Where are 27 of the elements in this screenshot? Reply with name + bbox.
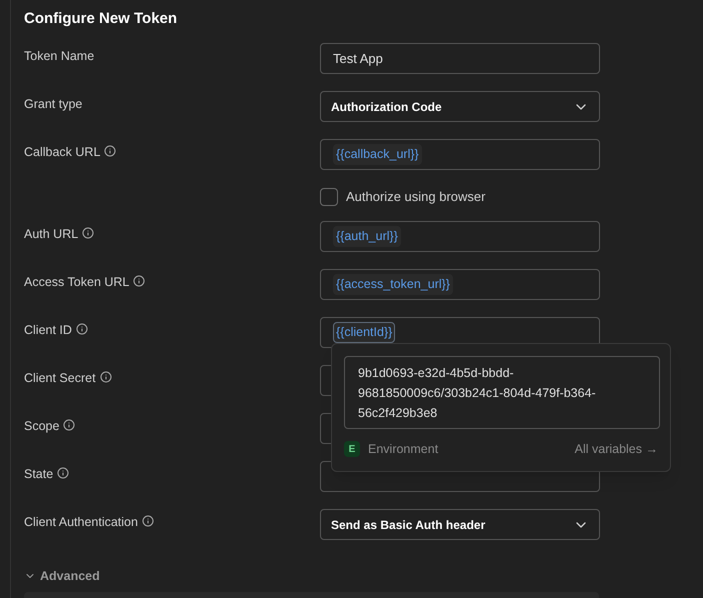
input-field[interactable]: Test App: [320, 43, 600, 74]
field-label: Auth URL: [24, 226, 78, 243]
variable-tag: {{clientId}}: [333, 322, 396, 343]
variable-value-field[interactable]: 9b1d0693-e32d-4b5d-bbdd-9681850009c6/303b24c1-804d-479f-b364-56c2f429b3e8: [344, 356, 660, 429]
scope-label: Environment: [368, 441, 438, 458]
input-field[interactable]: {{access_token_url}}: [320, 269, 600, 300]
all-variables-link[interactable]: All variables →: [574, 440, 658, 459]
panel-title: Configure New Token: [24, 9, 178, 29]
field-label: Callback URL: [24, 144, 100, 161]
select-field[interactable]: Send as Basic Auth header: [320, 509, 600, 540]
field-label: Client Authentication: [24, 514, 138, 531]
variable-tag: {{auth_url}}: [333, 226, 401, 247]
field-label: Client Secret: [24, 370, 96, 387]
advanced-toggle[interactable]: Advanced: [24, 567, 100, 586]
input-field[interactable]: {{auth_url}}: [320, 221, 600, 252]
field-label: Grant type: [24, 96, 82, 113]
field-label: Scope: [24, 418, 60, 435]
field-label: Token Name: [24, 48, 94, 65]
field-label: Access Token URL: [24, 274, 130, 291]
select-field[interactable]: Authorization Code: [320, 91, 600, 122]
checkbox-label: Authorize using browser: [346, 188, 486, 206]
variable-tag: {{access_token_url}}: [333, 274, 453, 295]
input-field[interactable]: {{callback_url}}: [320, 139, 600, 170]
field-label: Client ID: [24, 322, 72, 339]
scope-badge: E: [344, 441, 360, 458]
variable-tag: {{callback_url}}: [333, 144, 422, 165]
field-label: State: [24, 466, 54, 483]
